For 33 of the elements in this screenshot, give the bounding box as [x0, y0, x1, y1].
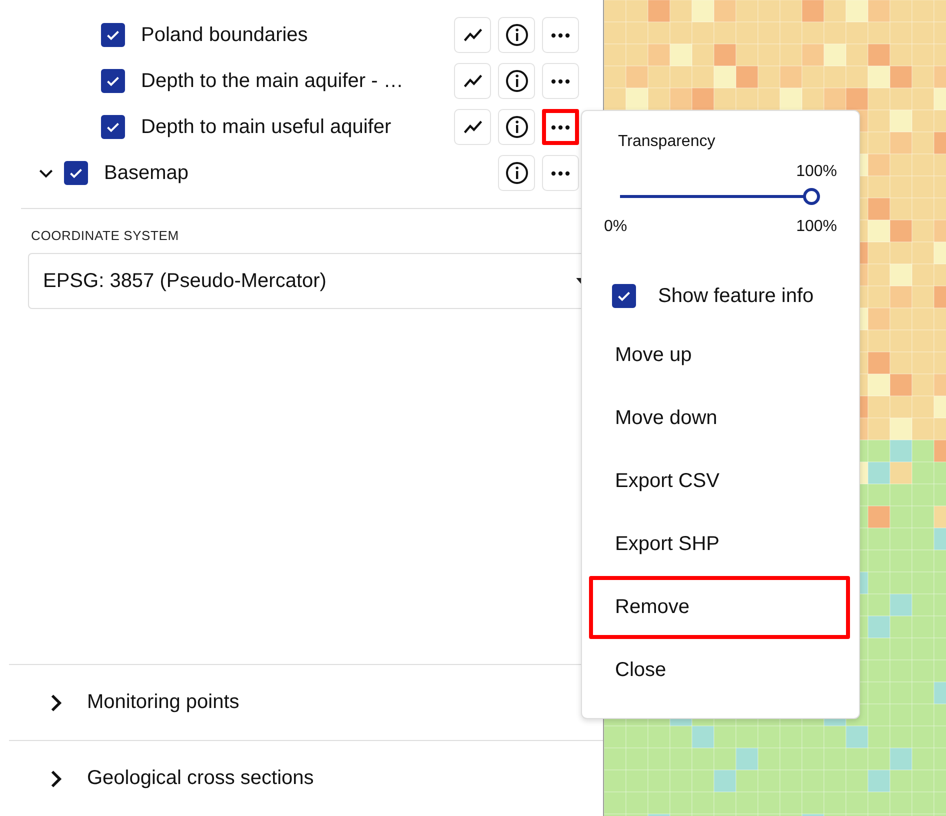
info-button[interactable]	[498, 17, 535, 53]
info-icon	[504, 115, 528, 139]
slider-max-label: 100%	[796, 218, 837, 236]
more-button[interactable]	[542, 109, 579, 145]
chart-button[interactable]	[454, 109, 491, 145]
checkbox-label: Show feature info	[658, 284, 814, 308]
info-icon	[504, 23, 528, 47]
slider-min-label: 0%	[604, 218, 628, 236]
more-icon	[551, 32, 570, 38]
layer-name: Depth to main useful aquifer	[141, 116, 392, 138]
chart-button[interactable]	[454, 63, 491, 99]
info-icon	[504, 69, 528, 93]
layer-name: Depth to the main aquifer - …	[141, 70, 404, 92]
checkbox[interactable]	[101, 23, 125, 47]
checkbox[interactable]	[612, 284, 636, 308]
slider-value: 100%	[796, 163, 837, 181]
more-icon	[551, 78, 570, 84]
info-button[interactable]	[498, 109, 535, 145]
checkbox[interactable]	[64, 161, 88, 185]
more-icon	[551, 124, 570, 130]
info-button[interactable]	[498, 155, 535, 191]
section-header[interactable]: Geological cross sections	[9, 740, 603, 816]
menu-item[interactable]: Remove	[589, 576, 850, 639]
chart-button[interactable]	[454, 17, 491, 53]
layer-name: Poland boundaries	[141, 24, 309, 46]
info-icon	[504, 161, 528, 185]
checkbox[interactable]	[101, 69, 125, 93]
info-button[interactable]	[498, 63, 535, 99]
checkbox[interactable]	[101, 115, 125, 139]
group-name: Basemap	[104, 162, 190, 184]
more-icon	[551, 170, 570, 176]
field-label: COORDINATE SYSTEM	[31, 228, 180, 243]
slider-label: Transparency	[618, 133, 716, 151]
